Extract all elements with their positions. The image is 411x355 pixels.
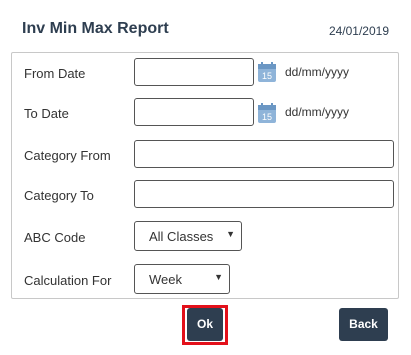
from-date-format: dd/mm/yyyy [285,65,350,79]
to-date-format: dd/mm/yyyy [285,105,350,119]
abc-code-label: ABC Code [24,230,86,245]
calculation-for-select[interactable]: Week ▼ [134,264,230,294]
page-title: Inv Min Max Report [22,20,169,37]
abc-code-value: All Classes [149,229,214,244]
category-to-input[interactable] [134,180,394,208]
category-to-label: Category To [24,188,94,203]
back-button[interactable]: Back [339,308,388,341]
abc-code-select[interactable]: All Classes ▼ [134,221,242,251]
from-date-label: From Date [24,66,86,81]
calendar-icon[interactable]: 15 [257,61,277,83]
calculation-for-label: Calculation For [24,273,112,288]
category-from-label: Category From [24,148,111,163]
report-date: 24/01/2019 [328,24,389,38]
report-header: Inv Min Max Report 24/01/2019 [0,0,411,54]
calculation-for-value: Week [149,272,182,287]
filter-panel: From Date 15 dd/mm/yyyy To Date 15 dd/mm… [11,52,399,299]
from-date-input[interactable] [134,58,254,86]
calendar-day-text: 15 [262,71,272,81]
to-date-label: To Date [24,106,69,121]
calendar-day-text: 15 [262,112,272,122]
to-date-input[interactable] [134,98,254,126]
dropdown-arrow-icon: ▼ [226,229,235,239]
dropdown-arrow-icon: ▼ [214,272,223,282]
calendar-icon[interactable]: 15 [257,102,277,124]
ok-button[interactable]: Ok [187,308,223,341]
category-from-input[interactable] [134,140,394,168]
